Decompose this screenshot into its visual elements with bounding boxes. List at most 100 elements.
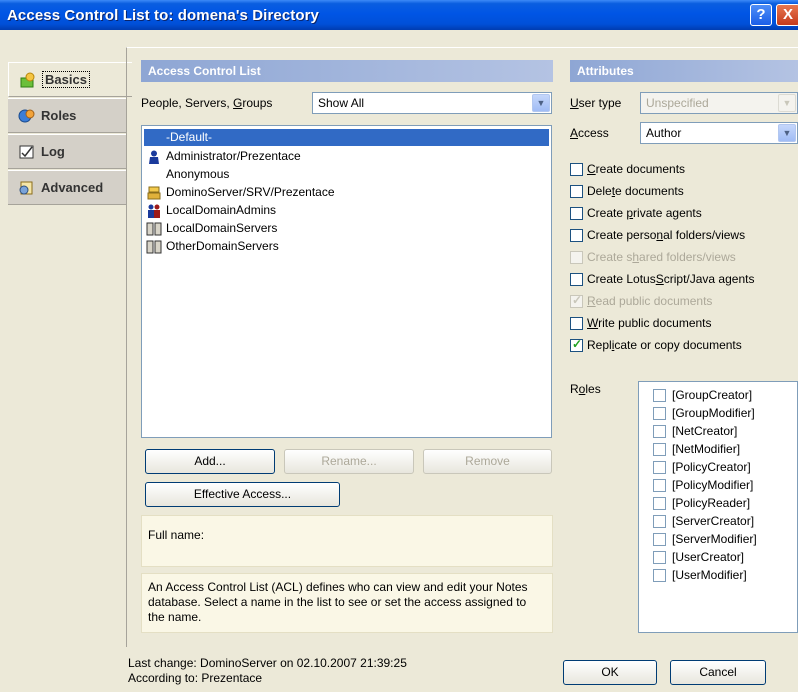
list-item-label: LocalDomainAdmins [166, 203, 277, 217]
delete-documents-checkbox[interactable]: Delete documents [570, 182, 684, 200]
checkbox-box[interactable] [653, 568, 666, 582]
check-icon: ✓ [572, 292, 583, 307]
checkbox-label: Replicate or copy documents [587, 338, 742, 352]
user-type-label: User type [570, 96, 622, 110]
role-item[interactable]: [GroupModifier] [653, 404, 755, 422]
create-personal-folders-checkbox[interactable]: Create personal folders/views [570, 226, 745, 244]
checkbox-box[interactable] [570, 228, 583, 242]
read-public-documents-checkbox[interactable]: ✓ Read public documents [570, 292, 712, 310]
checkbox-box[interactable]: ✓ [570, 292, 583, 308]
checkbox-box[interactable] [570, 272, 583, 286]
filter-dropdown[interactable]: Show All ▼ [312, 92, 552, 114]
checkbox-box[interactable] [653, 460, 666, 474]
role-label: [UserModifier] [672, 568, 747, 582]
tab-basics-label: Basics [42, 71, 90, 88]
basics-icon [19, 72, 37, 88]
list-item-dominoserver[interactable]: DominoServer/SRV/Prezentace [146, 184, 335, 201]
role-label: [NetModifier] [672, 442, 741, 456]
full-name-label: Full name: [148, 528, 205, 542]
role-item[interactable]: [NetModifier] [653, 440, 740, 458]
checkbox-box[interactable] [653, 496, 666, 510]
replicate-documents-checkbox[interactable]: ✓ Replicate or copy documents [570, 336, 742, 354]
role-item[interactable]: [PolicyReader] [653, 494, 750, 512]
create-private-agents-checkbox[interactable]: Create private agents [570, 204, 702, 222]
write-public-documents-checkbox[interactable]: Write public documents [570, 314, 712, 332]
checkbox-box[interactable]: ✓ [570, 336, 583, 352]
list-item-label: OtherDomainServers [166, 239, 279, 253]
checkbox-box[interactable] [653, 406, 666, 420]
checkbox-box[interactable] [570, 316, 583, 330]
user-type-dropdown[interactable]: Unspecified ▼ [640, 92, 798, 114]
according-to-text: According to: Prezentace [128, 671, 263, 685]
role-item[interactable]: [ServerModifier] [653, 530, 757, 548]
role-item[interactable]: [PolicyCreator] [653, 458, 751, 476]
attributes-section-header: Attributes [570, 60, 798, 82]
help-button[interactable]: ? [750, 4, 772, 26]
effective-access-button[interactable]: Effective Access... [145, 482, 340, 507]
server-group-icon [146, 240, 162, 254]
check-icon: ✓ [572, 336, 583, 351]
remove-button[interactable]: Remove [423, 449, 552, 474]
list-item-localdomainadmins[interactable]: LocalDomainAdmins [146, 202, 276, 219]
cancel-button[interactable]: Cancel [670, 660, 766, 685]
checkbox-box[interactable] [570, 162, 583, 176]
tab-basics[interactable]: Basics [8, 62, 132, 97]
ok-button[interactable]: OK [563, 660, 657, 685]
list-item-label: LocalDomainServers [166, 221, 278, 235]
role-label: [UserCreator] [672, 550, 745, 564]
create-lotusscript-agents-checkbox[interactable]: Create LotusScript/Java agents [570, 270, 754, 288]
tab-log-label: Log [41, 144, 65, 159]
full-name-box: Full name: [141, 515, 553, 567]
checkbox-box[interactable] [653, 514, 666, 528]
role-label: [ServerCreator] [672, 514, 755, 528]
add-button[interactable]: Add... [145, 449, 275, 474]
checkbox-box[interactable] [653, 442, 666, 456]
create-shared-folders-checkbox[interactable]: Create shared folders/views [570, 248, 736, 266]
checkbox-box[interactable] [653, 532, 666, 546]
checkbox-label: Create private agents [587, 206, 702, 220]
checkbox-label: Create shared folders/views [587, 250, 736, 264]
role-item[interactable]: [GroupCreator] [653, 386, 752, 404]
rename-button[interactable]: Rename... [284, 449, 414, 474]
checkbox-box[interactable] [653, 550, 666, 564]
list-item-localdomainservers[interactable]: LocalDomainServers [146, 220, 277, 237]
checkbox-box[interactable] [653, 424, 666, 438]
roles-label: Roles [570, 382, 601, 396]
acl-entries-list[interactable]: -Default- Administrator/Prezentace Anony… [141, 125, 552, 438]
roles-icon [18, 108, 36, 124]
tab-roles[interactable]: Roles [8, 98, 126, 133]
chevron-down-icon[interactable]: ▼ [778, 124, 796, 142]
role-item[interactable]: [ServerCreator] [653, 512, 754, 530]
list-item-default[interactable]: -Default- [144, 129, 549, 146]
tab-advanced[interactable]: Advanced [8, 170, 126, 205]
checkbox-box[interactable] [653, 478, 666, 492]
acl-description: An Access Control List (ACL) defines who… [148, 580, 528, 624]
access-dropdown[interactable]: Author ▼ [640, 122, 798, 144]
advanced-icon [18, 180, 36, 196]
role-item[interactable]: [UserModifier] [653, 566, 747, 584]
server-icon [146, 186, 162, 200]
tab-log[interactable]: Log [8, 134, 126, 169]
checkbox-label: Create LotusScript/Java agents [587, 272, 755, 286]
close-button[interactable]: X [776, 4, 798, 26]
role-item[interactable]: [PolicyModifier] [653, 476, 753, 494]
acl-section-header: Access Control List [141, 60, 553, 82]
tab-advanced-label: Advanced [41, 180, 104, 195]
checkbox-box[interactable] [570, 250, 583, 264]
list-item-anonymous[interactable]: Anonymous [146, 166, 229, 183]
filter-label: People, Servers, Groups [141, 96, 273, 110]
role-item[interactable]: [UserCreator] [653, 548, 744, 566]
roles-list[interactable]: [GroupCreator] [GroupModifier] [NetCreat… [638, 381, 798, 633]
chevron-down-icon[interactable]: ▼ [532, 94, 550, 112]
checkbox-box[interactable] [570, 184, 583, 198]
checkbox-box[interactable] [570, 206, 583, 220]
create-documents-checkbox[interactable]: Create documents [570, 160, 685, 178]
list-item-otherdomainservers[interactable]: OtherDomainServers [146, 238, 279, 255]
checkbox-label: Create documents [587, 162, 686, 176]
chevron-down-icon[interactable]: ▼ [778, 94, 796, 112]
checkbox-box[interactable] [653, 388, 666, 402]
role-item[interactable]: [NetCreator] [653, 422, 737, 440]
role-label: [PolicyCreator] [672, 460, 751, 474]
list-item-administrator[interactable]: Administrator/Prezentace [146, 148, 301, 165]
list-item-label: DominoServer/SRV/Prezentace [166, 185, 335, 199]
